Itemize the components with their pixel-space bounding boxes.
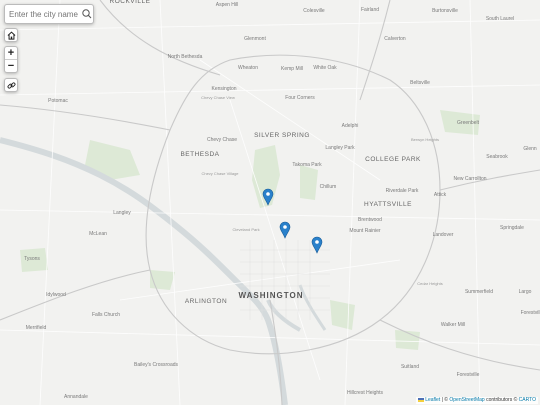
map-canvas[interactable]: ROCKVILLE Aspen Hill Colesville Fairland Bur… (0, 0, 540, 405)
leaflet-flag-icon (417, 397, 424, 402)
place-label: Riverdale Park (386, 188, 419, 194)
place-label: Kensington (211, 86, 236, 92)
home-button[interactable] (4, 28, 18, 42)
place-label: Cedar Heights (417, 281, 443, 286)
map-attribution: Leaflet | © OpenStreetMap contributors ©… (415, 397, 538, 404)
place-label: Bailey's Crossroads (134, 362, 179, 368)
zoom-control: + − (4, 46, 18, 73)
carto-link[interactable]: CARTO (519, 397, 536, 403)
place-label: COLLEGE PARK (365, 156, 421, 163)
place-label: Glenn (523, 146, 537, 152)
place-label: Beltsville (410, 80, 430, 86)
place-label: ARLINGTON (185, 298, 227, 305)
place-label: Burtonsville (432, 8, 458, 14)
place-label: McLean (89, 231, 107, 237)
place-label: Chevy Chase View (201, 95, 235, 100)
place-label: Greenbelt (457, 120, 480, 126)
place-label: HYATTSVILLE (364, 201, 412, 208)
place-label: Langley (113, 210, 131, 216)
search-icon[interactable] (81, 8, 93, 20)
place-label: Chevy Chase (207, 137, 237, 143)
place-label: Hillcrest Heights (347, 390, 384, 396)
place-label: Glenmont (244, 36, 266, 42)
place-label: White Oak (313, 65, 337, 71)
place-label: Mount Rainier (349, 228, 380, 234)
attribution-contrib: contributors © (484, 397, 519, 403)
place-label: Forestville (457, 372, 480, 378)
place-label: Wheaton (238, 65, 258, 71)
zoom-in-button[interactable]: + (5, 47, 17, 59)
place-label: Chevy Chase Village (201, 171, 239, 176)
leaflet-link[interactable]: Leaflet (425, 397, 440, 403)
place-label: Calverton (384, 36, 406, 42)
place-label: Cleveland Park (232, 227, 259, 232)
place-label: Fairland (361, 7, 379, 13)
place-label: Seabrook (486, 154, 508, 160)
place-label: WASHINGTON (239, 291, 304, 300)
place-label: South Laurel (486, 16, 514, 22)
osm-link[interactable]: OpenStreetMap (449, 397, 484, 403)
place-label: Kemp Mill (281, 66, 303, 72)
place-label: ROCKVILLE (110, 0, 151, 5)
place-label: Langley Park (325, 145, 355, 151)
share-link-button[interactable] (4, 78, 18, 92)
place-label: New Carrollton (453, 176, 486, 182)
place-label: Forestville (521, 310, 540, 316)
place-label: BETHESDA (180, 151, 219, 158)
place-label: Four Corners (285, 95, 315, 101)
place-label: Tysons (24, 256, 40, 262)
place-label: Potomac (48, 98, 68, 104)
attribution-sep: | © (440, 397, 450, 403)
place-label: Brentwood (358, 217, 382, 223)
place-label: Summerfield (465, 289, 493, 295)
city-search-box[interactable] (4, 4, 94, 24)
place-label: Attick (434, 192, 447, 198)
link-icon (7, 81, 15, 89)
place-label: Berwyn Heights (411, 137, 439, 142)
place-label: Suitland (401, 364, 419, 370)
place-label: North Bethesda (168, 54, 203, 60)
place-label: Landover (433, 232, 454, 238)
place-label: Takoma Park (292, 162, 322, 168)
place-label: Walker Mill (441, 322, 465, 328)
place-label: SILVER SPRING (254, 132, 310, 139)
place-label: Chillum (320, 184, 337, 190)
place-label: Aspen Hill (216, 2, 239, 8)
zoom-out-button[interactable]: − (5, 59, 17, 72)
place-label: Adelphi (342, 123, 359, 129)
home-icon (7, 30, 15, 40)
city-search-input[interactable] (5, 9, 79, 19)
place-label: Falls Church (92, 312, 120, 318)
place-label: Largo (519, 289, 532, 295)
place-label: Springdale (500, 225, 524, 231)
place-label: Merrifield (26, 325, 47, 331)
place-label: Colesville (303, 8, 325, 14)
place-label: Annandale (64, 394, 88, 400)
place-label: Idylwood (46, 292, 66, 298)
